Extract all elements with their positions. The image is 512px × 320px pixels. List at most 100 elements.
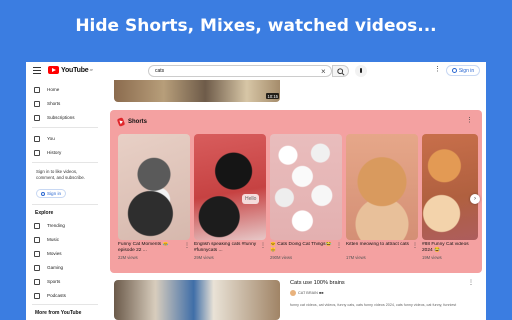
sports-icon bbox=[34, 278, 40, 285]
video-description: funny cat videos, cat videos, funny cats… bbox=[290, 303, 457, 307]
divider bbox=[32, 304, 98, 305]
divider bbox=[32, 204, 98, 205]
sign-in-label: Sign in bbox=[46, 191, 62, 196]
menu-icon[interactable] bbox=[33, 67, 41, 74]
shorts-shelf: Shorts ⋮ Funny Cat Moments 😹 episode 22 … bbox=[110, 110, 482, 273]
shorts-header: Shorts bbox=[116, 117, 148, 127]
short-views: 19M views bbox=[422, 255, 442, 260]
short-title[interactable]: #88 Funny Cat videos 2024 😂 bbox=[422, 242, 472, 254]
history-icon bbox=[34, 149, 40, 156]
short-thumbnail[interactable] bbox=[194, 134, 266, 240]
channel-row[interactable]: CAT BRAIN ■■ bbox=[290, 290, 324, 296]
user-icon bbox=[40, 191, 45, 196]
sidebar-item-label: History bbox=[47, 150, 62, 155]
sidebar-item-label: Subscriptions bbox=[47, 115, 75, 120]
logo-text: YouTube bbox=[61, 66, 89, 74]
short-more-icon[interactable]: ⋮ bbox=[336, 242, 342, 249]
music-icon bbox=[34, 236, 40, 243]
sidebar-item-gaming[interactable]: Gaming bbox=[34, 263, 63, 272]
sidebar-item-label: Gaming bbox=[47, 265, 64, 270]
divider bbox=[32, 162, 98, 163]
sign-in-prompt: Sign in to like videos, comment, and sub… bbox=[36, 169, 86, 180]
sidebar-item-you[interactable]: You bbox=[34, 134, 55, 143]
speech-bubble: Hello bbox=[242, 194, 260, 204]
home-icon bbox=[34, 86, 40, 93]
channel-name[interactable]: CAT BRAIN ■■ bbox=[298, 291, 324, 295]
user-icon bbox=[451, 68, 457, 73]
short-title[interactable]: English speaking cats #funny #funnycats … bbox=[194, 242, 258, 254]
sidebar-item-label: Music bbox=[47, 237, 59, 242]
explore-heading: Explore bbox=[35, 210, 54, 216]
browser-window: YouTube JP × ⋮ Sign in Home Shorts bbox=[26, 62, 486, 320]
you-icon bbox=[34, 135, 40, 142]
subscriptions-icon bbox=[34, 114, 40, 121]
sidebar-item-home[interactable]: Home bbox=[34, 85, 59, 94]
more-from-youtube-heading: More from YouTube bbox=[35, 310, 82, 316]
search-icon bbox=[337, 68, 345, 76]
short-title[interactable]: Funny Cat Moments 😹 episode 22 ... bbox=[118, 242, 182, 254]
short-thumbnail[interactable] bbox=[270, 134, 342, 240]
sidebar-item-label: You bbox=[47, 136, 55, 141]
short-more-icon[interactable]: ⋮ bbox=[260, 242, 266, 249]
next-arrow-icon[interactable]: › bbox=[470, 194, 480, 204]
channel-avatar[interactable] bbox=[290, 290, 296, 296]
short-views: 22M views bbox=[118, 255, 138, 260]
sidebar-item-trending[interactable]: Trending bbox=[34, 221, 65, 230]
sidebar-item-label: Movies bbox=[47, 251, 62, 256]
movies-icon bbox=[34, 250, 40, 257]
video-more-icon[interactable]: ⋮ bbox=[468, 279, 474, 286]
sidebar-item-movies[interactable]: Movies bbox=[34, 249, 62, 258]
short-thumbnail[interactable] bbox=[346, 134, 418, 240]
sidebar: Home Shorts Subscriptions You History Si… bbox=[26, 82, 102, 320]
sidebar-item-label: Shorts bbox=[47, 101, 61, 106]
sidebar-item-label: Home bbox=[47, 87, 60, 92]
sidebar-item-podcasts[interactable]: Podcasts bbox=[34, 291, 66, 300]
search-button[interactable] bbox=[332, 65, 349, 77]
shorts-icon bbox=[34, 100, 40, 107]
sidebar-item-music[interactable]: Music bbox=[34, 235, 59, 244]
youtube-play-icon bbox=[48, 66, 59, 74]
sidebar-item-label: Trending bbox=[47, 223, 65, 228]
shorts-title: Shorts bbox=[128, 119, 148, 125]
video-thumbnail[interactable] bbox=[114, 280, 280, 320]
sidebar-item-label: Sports bbox=[47, 279, 61, 284]
sidebar-item-subscriptions[interactable]: Subscriptions bbox=[34, 113, 75, 122]
video-duration: 10:15 bbox=[266, 93, 280, 99]
settings-more-icon[interactable]: ⋮ bbox=[434, 65, 441, 75]
video-thumbnail[interactable] bbox=[114, 80, 280, 102]
sidebar-item-label: Podcasts bbox=[47, 293, 66, 298]
short-more-icon[interactable]: ⋮ bbox=[184, 242, 190, 249]
logo-country: JP bbox=[89, 68, 94, 72]
short-views: 17M views bbox=[346, 255, 366, 260]
trending-icon bbox=[34, 222, 40, 229]
clear-search-icon[interactable]: × bbox=[321, 67, 326, 76]
short-views: 290M views bbox=[270, 255, 293, 260]
short-more-icon[interactable]: ⋮ bbox=[412, 242, 418, 249]
short-thumbnail[interactable] bbox=[118, 134, 190, 240]
sidebar-sign-in-button[interactable]: Sign in bbox=[36, 189, 66, 198]
sidebar-item-sports[interactable]: Sports bbox=[34, 277, 60, 286]
results-feed: 10:15 Shorts ⋮ Funny Cat Moments 😹 episo… bbox=[110, 80, 486, 320]
video-result[interactable]: Cats use 100% brains CAT BRAIN ■■ funny … bbox=[114, 280, 486, 320]
banner-title: Hide Shorts, Mixes, watched videos... bbox=[75, 16, 437, 36]
video-title[interactable]: Cats use 100% brains bbox=[290, 280, 345, 286]
shorts-more-icon[interactable]: ⋮ bbox=[466, 116, 473, 124]
sidebar-item-history[interactable]: History bbox=[34, 148, 61, 157]
short-thumbnail[interactable] bbox=[422, 134, 478, 240]
search-input[interactable] bbox=[155, 68, 305, 74]
podcasts-icon bbox=[34, 292, 40, 299]
mic-icon bbox=[360, 68, 362, 73]
shorts-icon bbox=[116, 117, 126, 127]
short-title[interactable]: Kitten meowing to attract cats bbox=[346, 242, 410, 254]
top-bar: YouTube JP × ⋮ Sign in bbox=[26, 62, 486, 80]
mic-button[interactable] bbox=[355, 65, 367, 77]
youtube-logo[interactable]: YouTube JP bbox=[48, 66, 93, 74]
sign-in-button[interactable]: Sign in bbox=[446, 65, 480, 76]
sign-in-label: Sign in bbox=[458, 67, 475, 74]
sidebar-item-shorts[interactable]: Shorts bbox=[34, 99, 60, 108]
search-box: × bbox=[148, 65, 332, 77]
gaming-icon bbox=[34, 264, 40, 271]
short-views: 29M views bbox=[194, 255, 214, 260]
short-title[interactable]: 🐱 Cats Doing Cat Things😂 😸 bbox=[270, 242, 334, 254]
divider bbox=[32, 127, 98, 128]
